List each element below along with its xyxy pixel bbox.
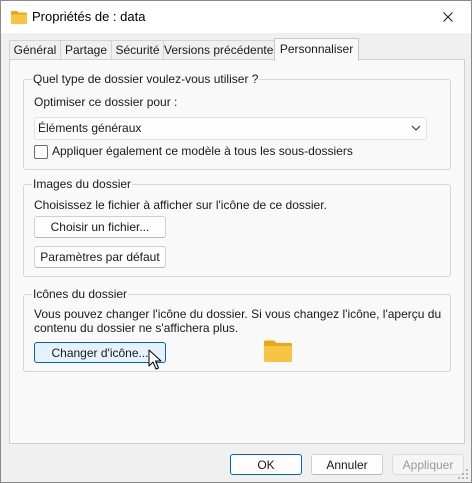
- chevron-down-icon: [411, 125, 421, 131]
- ok-button[interactable]: OK: [230, 454, 302, 475]
- tab-sharing[interactable]: Partage: [60, 40, 112, 60]
- folder-images-title: Images du dossier: [32, 177, 133, 191]
- tab-security[interactable]: Sécurité: [111, 40, 164, 60]
- folder-icons-description-line2: contenu du dossier ne s'affichera plus.: [34, 321, 239, 335]
- folder-icons-description-line1: Vous pouvez changer l'icône du dossier. …: [34, 307, 442, 321]
- apply-subfolders-checkbox[interactable]: [34, 145, 48, 159]
- folder-icon: [11, 11, 27, 24]
- folder-icons-title: Icônes du dossier: [32, 287, 129, 301]
- apply-button[interactable]: Appliquer: [392, 454, 464, 475]
- folder-type-group: Quel type de dossier voulez-vous utilise…: [23, 72, 451, 170]
- tab-general[interactable]: Général: [9, 40, 61, 60]
- optimize-label: Optimiser ce dossier pour :: [34, 95, 178, 109]
- folder-type-title: Quel type de dossier voulez-vous utilise…: [32, 72, 260, 86]
- folder-preview-icon: [264, 340, 292, 362]
- folder-icons-group: Icônes du dossier Vous pouvez changer l'…: [23, 287, 451, 372]
- folder-images-group: Images du dossier Choisissez le fichier …: [23, 177, 451, 277]
- folder-images-description: Choisissez le fichier à afficher sur l'i…: [34, 198, 327, 212]
- properties-dialog: Propriétés de : data Général Partage Séc…: [0, 0, 472, 483]
- folder-type-select[interactable]: Éléments généraux: [34, 117, 427, 140]
- apply-subfolders-label: Appliquer également ce modèle à tous les…: [52, 144, 353, 158]
- default-settings-button[interactable]: Paramètres par défaut: [34, 246, 166, 268]
- close-icon: [443, 12, 453, 22]
- customize-tab-panel: Quel type de dossier voulez-vous utilise…: [9, 59, 465, 444]
- resize-grip-icon[interactable]: [457, 468, 469, 480]
- mouse-cursor-icon: [148, 349, 162, 370]
- title-bar: Propriétés de : data: [1, 1, 471, 33]
- cancel-button[interactable]: Annuler: [311, 454, 383, 475]
- tab-previous-versions[interactable]: Versions précédentes: [163, 40, 279, 60]
- change-icon-button[interactable]: Changer d'icône...: [34, 342, 166, 363]
- close-button[interactable]: [425, 1, 471, 33]
- choose-file-button[interactable]: Choisir un fichier...: [34, 216, 166, 238]
- folder-type-select-value: Éléments généraux: [38, 121, 142, 135]
- window-title: Propriétés de : data: [32, 9, 146, 24]
- tab-customize[interactable]: Personnaliser: [274, 38, 359, 61]
